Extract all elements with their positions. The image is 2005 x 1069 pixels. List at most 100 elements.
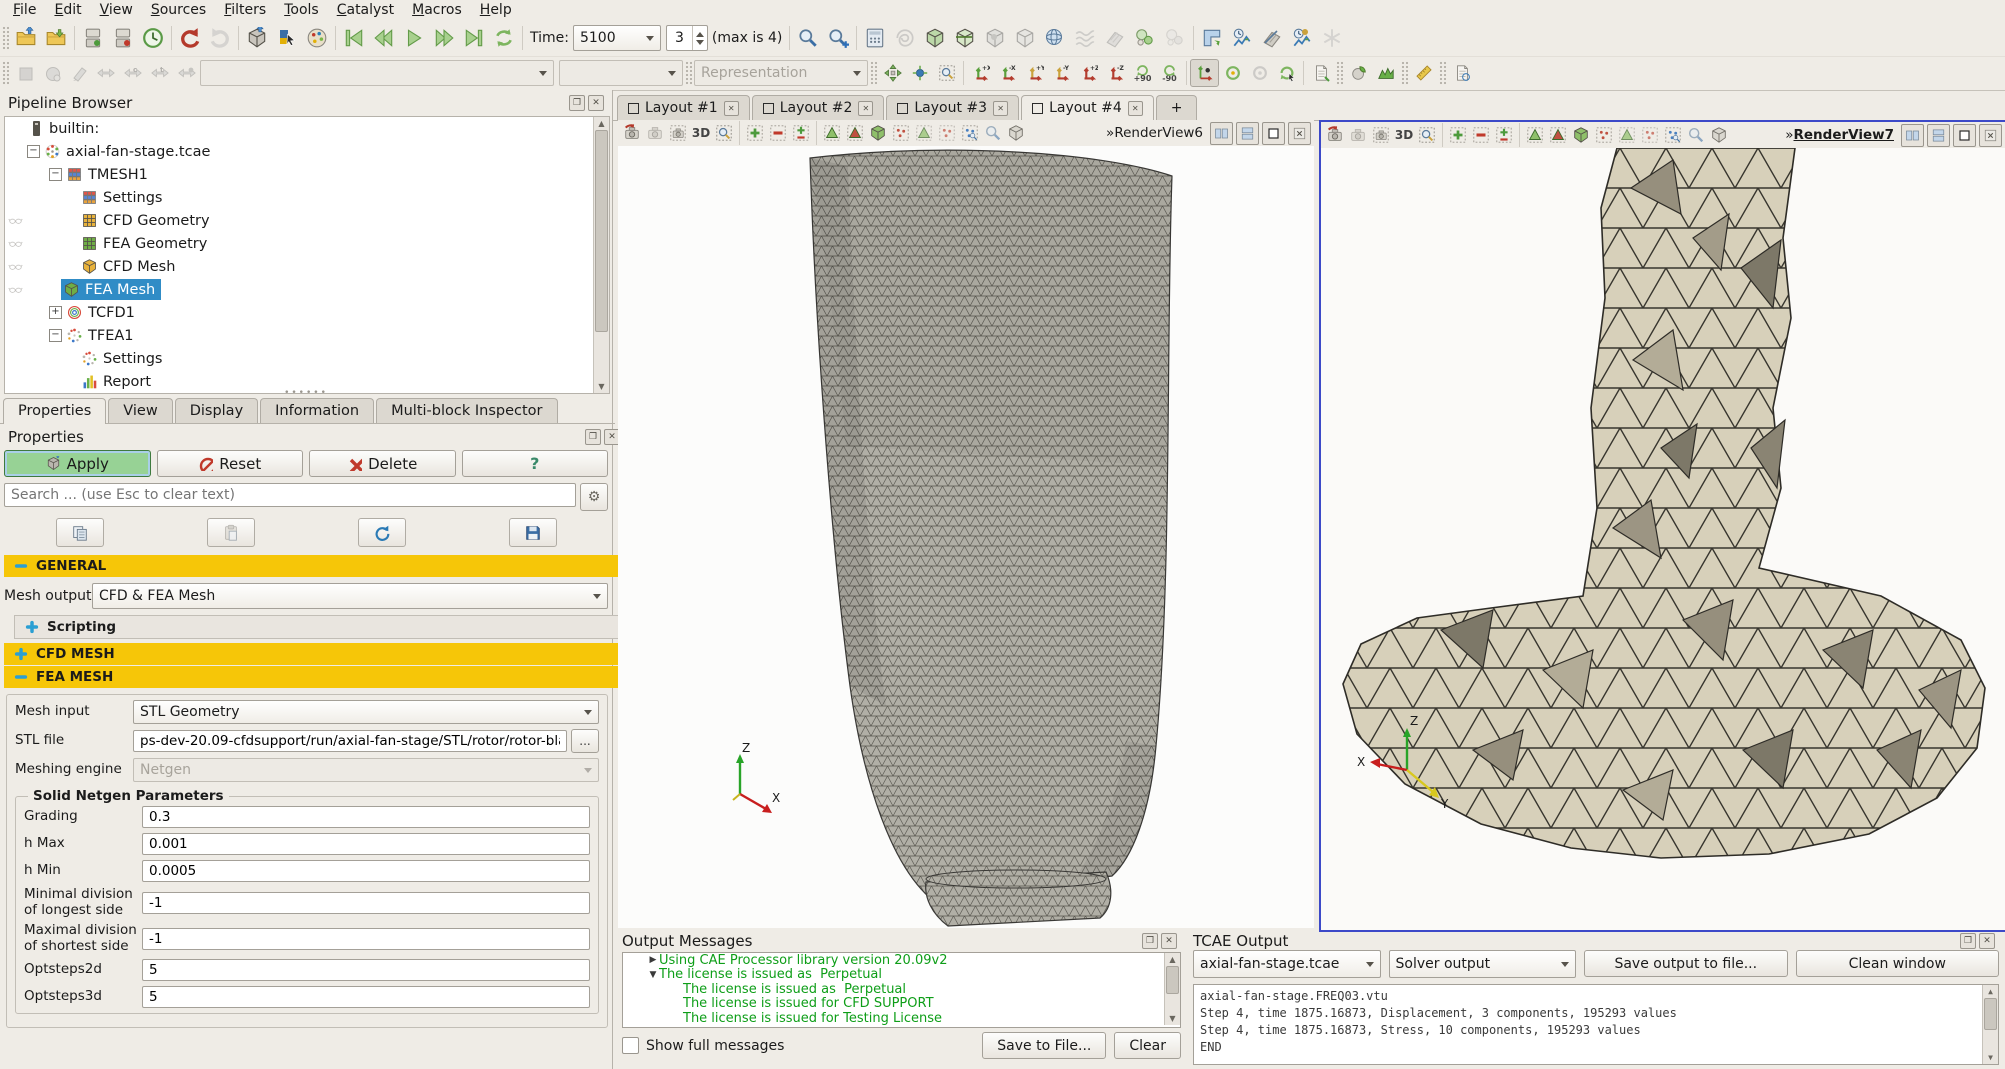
edit-color-button[interactable] [65, 60, 92, 86]
capture-screenshot-button[interactable] [1370, 124, 1392, 146]
edit-color-map-button[interactable] [272, 23, 302, 53]
add-selection-button[interactable] [744, 122, 766, 144]
tree-row-tmesh-settings[interactable]: Settings [5, 186, 609, 209]
disconnect-server-button[interactable] [108, 23, 138, 53]
tree-row-cfd-mesh[interactable]: CFD Mesh [5, 255, 609, 278]
apply-button[interactable]: Apply [4, 450, 151, 477]
tab-view[interactable]: View [108, 398, 172, 423]
save-output-to-file-button[interactable]: Save output to file... [1584, 950, 1788, 977]
clear-button[interactable]: Clear [1114, 1032, 1181, 1059]
maximize-view-button[interactable] [1262, 122, 1285, 145]
visibility-eye-icon[interactable] [8, 213, 23, 228]
open-file-button[interactable] [11, 23, 41, 53]
show-full-messages-checkbox[interactable] [622, 1037, 639, 1054]
component-combobox[interactable] [559, 60, 683, 86]
menu-sources[interactable]: Sources [142, 1, 215, 19]
scripting-section-header[interactable]: Scripting [14, 615, 620, 639]
copy-properties-button[interactable] [56, 518, 104, 547]
min-division-input[interactable] [142, 892, 590, 914]
pick-center-button[interactable] [1273, 60, 1300, 86]
loop-button[interactable] [489, 23, 519, 53]
temporal-interpolator-button[interactable] [1317, 23, 1347, 53]
select-polygon-cells-button[interactable] [913, 122, 935, 144]
render-view-7[interactable]: 3D »RenderView7 [1319, 120, 2005, 932]
help-button[interactable]: ? [462, 450, 609, 477]
mesh-output-combobox[interactable]: CFD & FEA Mesh [92, 583, 608, 609]
zoom-to-box-button[interactable] [933, 60, 960, 86]
menu-file[interactable]: File [4, 1, 45, 19]
visibility-eye-icon[interactable] [8, 236, 23, 251]
scroll-down-icon[interactable]: ▼ [1988, 1051, 1993, 1064]
split-view-button[interactable] [1197, 23, 1227, 53]
menu-help[interactable]: Help [471, 1, 521, 19]
last-frame-button[interactable] [459, 23, 489, 53]
render-view-7-canvas[interactable]: Z X Y [1321, 148, 2005, 930]
select-block-button[interactable] [1662, 124, 1684, 146]
time-value-combobox[interactable]: 5100 [573, 25, 661, 51]
max-division-input[interactable] [142, 928, 590, 950]
tree-scrollbar[interactable]: ▲ ▼ [593, 117, 609, 393]
color-palette-button[interactable] [302, 23, 332, 53]
rescale-range-button[interactable] [92, 60, 119, 86]
play-button[interactable] [399, 23, 429, 53]
scroll-down-icon[interactable]: ▼ [1169, 1012, 1175, 1025]
select-points-on-button[interactable] [844, 122, 866, 144]
solver-console[interactable]: axial-fan-stage.FREQ03.vtu Step 4, time … [1193, 984, 1999, 1065]
history-button[interactable] [138, 23, 168, 53]
menu-view[interactable]: View [91, 1, 142, 19]
zoom-to-data-button[interactable] [906, 60, 933, 86]
tab-layout-4[interactable]: Layout #4 [1021, 95, 1154, 120]
scroll-thumb[interactable] [595, 130, 608, 332]
view-plus-y-button[interactable]: +Y [1021, 60, 1048, 86]
case-combobox[interactable]: axial-fan-stage.tcae [1193, 950, 1381, 978]
message-row[interactable]: The license is issued for CFD SUPPORT [623, 997, 1180, 1012]
view-minus-y-button[interactable]: -Y [1048, 60, 1075, 86]
restore-defaults-button[interactable] [358, 518, 406, 547]
message-row[interactable]: The license is issued as Perpetual [623, 968, 1180, 983]
tab-properties[interactable]: Properties [3, 398, 106, 424]
split-vertical-button[interactable] [1236, 122, 1259, 145]
save-defaults-button[interactable] [509, 518, 557, 547]
select-points-through-button[interactable] [890, 122, 912, 144]
tree-row-cfd-geometry[interactable]: CFD Geometry [5, 209, 609, 232]
select-cells-through-button[interactable] [1570, 124, 1592, 146]
subtract-selection-button[interactable] [767, 122, 789, 144]
show-center-axes-button[interactable] [1219, 60, 1246, 86]
message-row[interactable]: The license is issued for Testing Licens… [623, 1011, 1180, 1026]
toolbar-grip[interactable] [2, 26, 9, 50]
view-minus-z-button[interactable]: -Z [1102, 60, 1129, 86]
group-datasets-button[interactable] [1160, 23, 1190, 53]
message-row[interactable]: The license is issued as Perpetual [623, 982, 1180, 997]
zoom-to-box-button[interactable] [713, 122, 735, 144]
tcae-output-float-button[interactable] [1960, 933, 1976, 949]
scroll-up-icon[interactable]: ▲ [598, 117, 604, 130]
stl-file-input[interactable] [133, 730, 567, 752]
select-polygon-cells-button[interactable] [1616, 124, 1638, 146]
representation-combobox[interactable]: Representation [694, 60, 868, 86]
visibility-eye-icon[interactable] [8, 282, 23, 297]
split-vertical-button[interactable] [1927, 124, 1950, 147]
screenshot-document-button[interactable] [1448, 60, 1475, 86]
rotate-90-cw-button[interactable]: +90 [1129, 60, 1156, 86]
render-view-6-label[interactable]: »RenderView6 [1102, 125, 1207, 141]
adjust-camera-button[interactable] [621, 122, 643, 144]
toggle-interaction-mode-button[interactable]: 3D [690, 122, 712, 144]
scroll-up-icon[interactable]: ▲ [1988, 985, 1993, 998]
close-layout-icon[interactable] [858, 101, 873, 116]
render-view-7-label[interactable]: »RenderView7 [1781, 127, 1898, 143]
toolbar-grip[interactable] [2, 61, 9, 85]
tcae-output-close-button[interactable] [1979, 933, 1995, 949]
mesh-input-combobox[interactable]: STL Geometry [133, 700, 599, 724]
view-plus-z-button[interactable]: +Z [1075, 60, 1102, 86]
output-messages-close-button[interactable] [1161, 933, 1177, 949]
render-view-6[interactable]: 3D »RenderView6 [618, 120, 1314, 928]
select-polygon-points-button[interactable] [1639, 124, 1661, 146]
close-layout-icon[interactable] [993, 101, 1008, 116]
stream-tracer-button[interactable] [1070, 23, 1100, 53]
menu-tools[interactable]: Tools [275, 1, 328, 19]
tree-row-fea-mesh[interactable]: FEA Mesh [5, 278, 609, 301]
hmax-input[interactable] [142, 833, 590, 855]
meshing-engine-combobox[interactable]: Netgen [133, 758, 599, 782]
save-to-file-button[interactable]: Save to File... [982, 1032, 1106, 1059]
undo-button[interactable] [175, 23, 205, 53]
